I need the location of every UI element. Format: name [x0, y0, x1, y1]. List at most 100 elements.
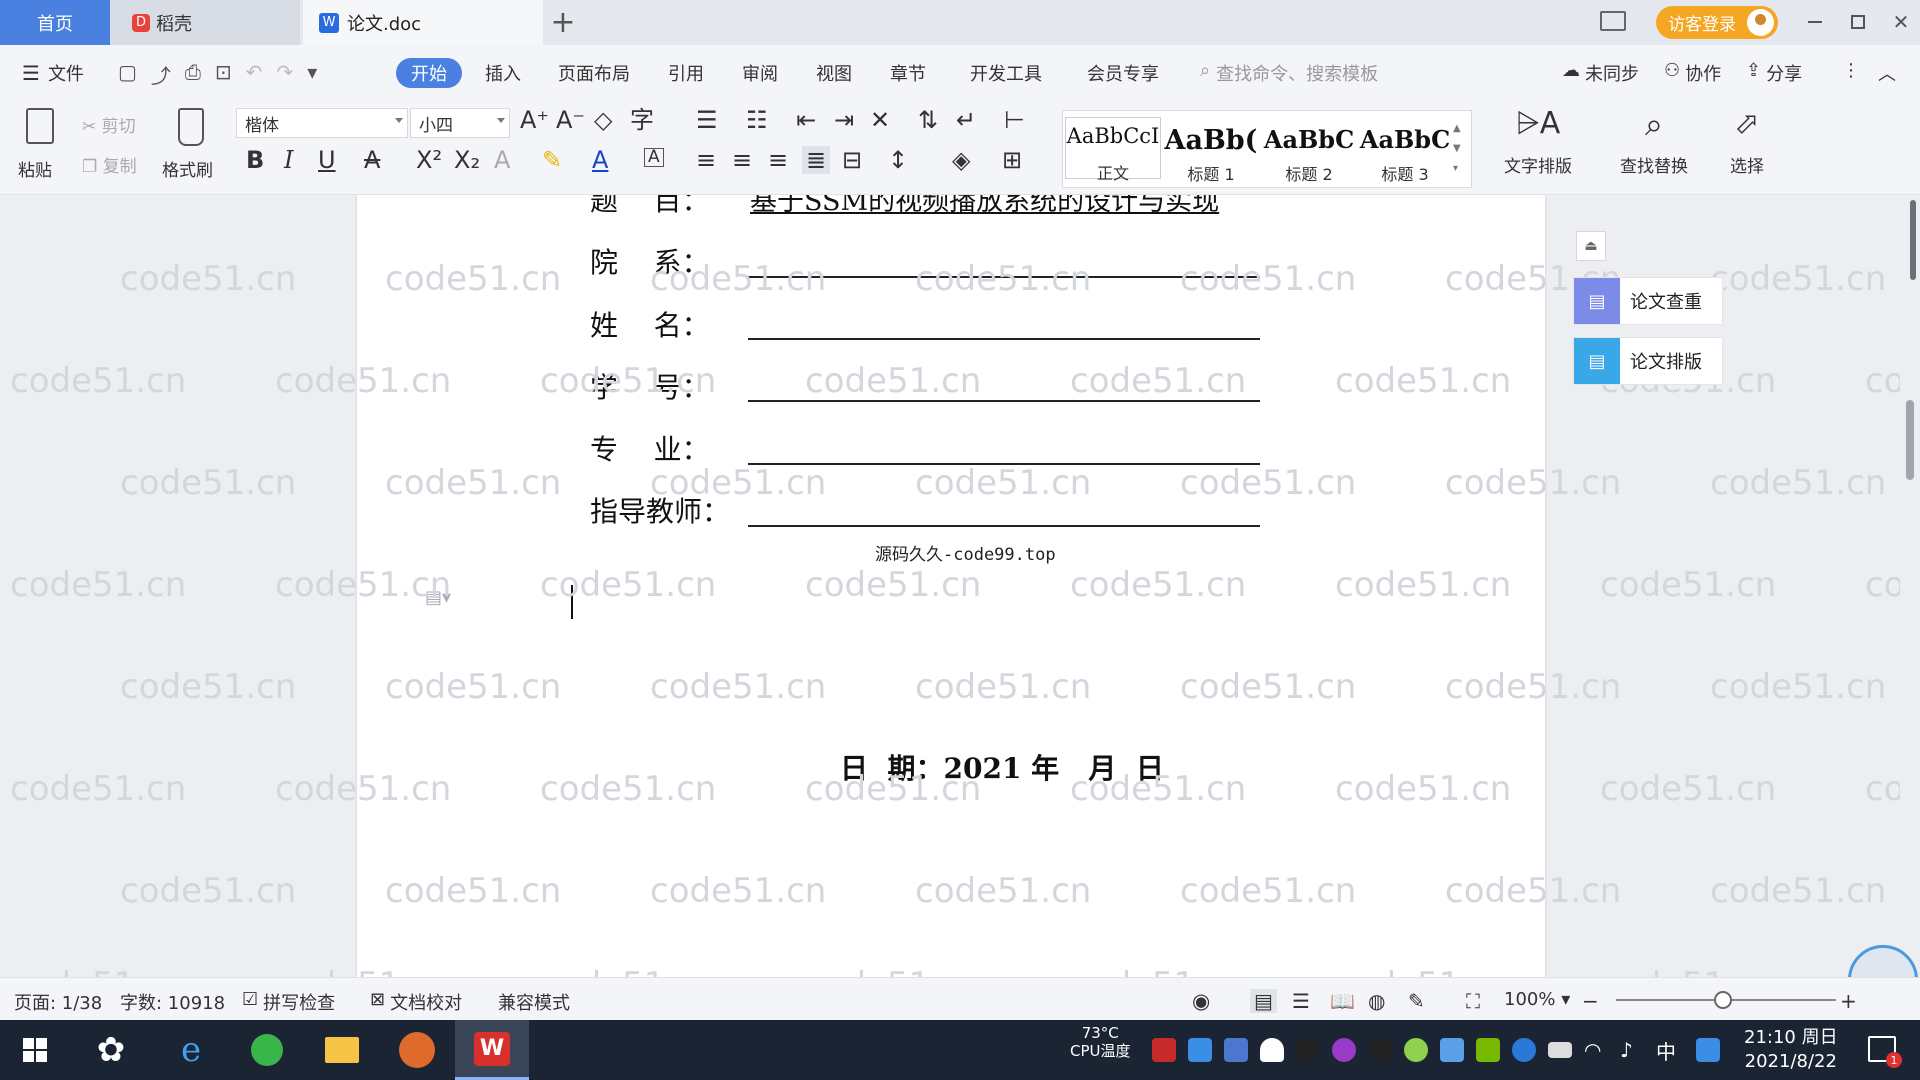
taskbar-app-wps[interactable]: W — [455, 1020, 529, 1080]
scrollbar-thumb[interactable] — [1906, 400, 1914, 480]
tray-antivirus-icon[interactable] — [1152, 1038, 1176, 1062]
tab-home[interactable]: 首页 — [0, 0, 110, 45]
chinese-layout-icon[interactable]: ✕ — [870, 108, 890, 132]
format-painter-button[interactable]: 格式刷 — [162, 104, 222, 188]
more-icon[interactable]: ⋮ — [1842, 60, 1860, 81]
sync-status[interactable]: ☁ 未同步 — [1562, 60, 1639, 86]
new-tab-button[interactable]: + — [548, 0, 578, 45]
tray-bluetooth-icon[interactable] — [1512, 1038, 1536, 1062]
collapse-ribbon-icon[interactable]: ︿ — [1878, 60, 1896, 86]
menu-tab-start[interactable]: 开始 — [396, 58, 462, 88]
taskbar-app-avatar[interactable] — [380, 1020, 454, 1080]
tray-bell-icon[interactable] — [1260, 1038, 1284, 1062]
menu-tab-insert[interactable]: 插入 — [485, 60, 521, 86]
notification-center-icon[interactable]: 1 — [1868, 1036, 1902, 1068]
zoom-level[interactable]: 100% ▾ — [1504, 989, 1570, 1010]
shrink-font-icon[interactable]: A⁻ — [556, 108, 585, 132]
start-button[interactable] — [0, 1020, 70, 1080]
styles-scroll-icon[interactable]: ▲ ▼ ▾ — [1453, 119, 1461, 179]
close-button[interactable]: ✕ — [1886, 8, 1916, 36]
thesis-layout-button[interactable]: ▤ 论文排版 — [1573, 337, 1723, 385]
page-view-icon[interactable]: ▤ — [1250, 989, 1277, 1013]
tray-qq3-icon[interactable] — [1368, 1038, 1392, 1062]
spell-check-button[interactable]: ☑ 拼写检查 — [242, 989, 335, 1015]
line-spacing-icon[interactable]: ↕ — [888, 148, 908, 172]
decrease-indent-icon[interactable]: ⇤ — [796, 108, 816, 132]
bullet-list-icon[interactable]: ☰ — [696, 108, 718, 132]
tray-nvidia-icon[interactable] — [1476, 1038, 1500, 1062]
reading-view-icon[interactable]: 📖 — [1330, 989, 1355, 1013]
menu-tab-view[interactable]: 视图 — [816, 60, 852, 86]
ime-indicator[interactable]: 中 — [1656, 1036, 1676, 1065]
tray-qq2-icon[interactable] — [1332, 1038, 1356, 1062]
tray-shield-icon[interactable] — [1224, 1038, 1248, 1062]
collapse-panel-button[interactable]: ⏏ — [1576, 231, 1606, 261]
cpu-temp-widget[interactable]: 73°C CPU温度 — [1070, 1024, 1131, 1060]
select-button[interactable]: ⬀ 选择 — [1712, 104, 1782, 188]
menu-tab-member[interactable]: 会员专享 — [1087, 60, 1159, 86]
zoom-in-button[interactable]: + — [1840, 989, 1857, 1013]
file-menu[interactable]: ☰ 文件 — [22, 60, 84, 86]
word-count[interactable]: 字数: 10918 — [120, 989, 225, 1015]
style-heading-1[interactable]: AaBb( 标题 1 — [1163, 125, 1259, 185]
taskbar-app-browser[interactable] — [230, 1020, 304, 1080]
output-icon[interactable]: ⤴ — [151, 60, 171, 89]
zoom-slider[interactable] — [1616, 991, 1836, 1009]
font-size-select[interactable]: 小四 — [410, 108, 510, 138]
superscript-icon[interactable]: X² — [416, 148, 442, 172]
paste-button[interactable]: 粘贴 — [18, 104, 66, 188]
copy-button[interactable]: ❐ 复制 — [82, 152, 137, 177]
tab-document[interactable]: W 论文.doc — [303, 0, 543, 45]
italic-icon[interactable]: I — [284, 148, 293, 172]
proofread-button[interactable]: ⊠ 文档校对 — [370, 989, 462, 1015]
tray-battery-icon[interactable] — [1548, 1042, 1572, 1058]
customize-icon[interactable]: ▾ — [307, 60, 317, 89]
phonetic-guide-icon[interactable]: 字 — [630, 108, 654, 132]
taskbar-app-ie[interactable]: e — [154, 1020, 228, 1080]
share-button[interactable]: ⇪ 分享 — [1746, 60, 1802, 86]
print-preview-icon[interactable]: ⊡ — [215, 60, 232, 89]
write-view-icon[interactable]: ✎ — [1408, 989, 1425, 1013]
thesis-check-button[interactable]: ▤ 论文查重 — [1573, 277, 1723, 325]
fit-page-icon[interactable]: ⛶ — [1466, 989, 1480, 1013]
sort-icon[interactable]: ⇅ — [918, 108, 938, 132]
numbered-list-icon[interactable]: ☷ — [746, 108, 768, 132]
redo-icon[interactable]: ↷ — [276, 60, 293, 89]
font-color-icon[interactable]: A — [592, 148, 608, 172]
text-layout-button[interactable]: ⩥A 文字排版 — [1490, 104, 1586, 188]
layout-toggle-icon[interactable] — [1600, 11, 1626, 31]
style-heading-2[interactable]: AaBbC 标题 2 — [1261, 125, 1357, 185]
tab-daoke[interactable]: D 稻壳 — [110, 0, 300, 45]
minimize-button[interactable] — [1800, 8, 1830, 36]
show-marks-icon[interactable]: ↵ — [956, 108, 976, 132]
style-normal[interactable]: AaBbCcI 正文 — [1065, 117, 1161, 183]
grow-font-icon[interactable]: A⁺ — [520, 108, 549, 132]
menu-tab-dev-tools[interactable]: 开发工具 — [970, 60, 1042, 86]
tray-plus-icon[interactable] — [1404, 1038, 1428, 1062]
align-right-icon[interactable]: ≡ — [768, 148, 788, 172]
clock[interactable]: 21:10 周日 2021/8/22 — [1744, 1026, 1838, 1074]
tray-qq-icon[interactable] — [1296, 1038, 1320, 1062]
guest-login-button[interactable]: 访客登录 — [1656, 6, 1778, 39]
zoom-slider-thumb[interactable] — [1714, 991, 1732, 1009]
cut-button[interactable]: ✂ 剪切 — [82, 112, 136, 137]
undo-icon[interactable]: ↶ — [246, 60, 263, 89]
command-search[interactable]: ⌕ 查找命令、搜索模板 — [1200, 60, 1378, 86]
tray-network-app-icon[interactable] — [1440, 1038, 1464, 1062]
save-icon[interactable]: ▢ — [118, 60, 137, 89]
underline-icon[interactable]: U — [318, 148, 336, 172]
taskbar-app-fan[interactable]: ✿ — [74, 1020, 148, 1080]
char-border-icon[interactable]: A — [644, 148, 664, 167]
tray-app-icon[interactable] — [1188, 1038, 1212, 1062]
menu-tab-page-layout[interactable]: 页面布局 — [558, 60, 630, 86]
align-center-icon[interactable]: ≡ — [732, 148, 752, 172]
tray-volume-icon[interactable]: ♪ — [1620, 1038, 1644, 1062]
style-heading-3[interactable]: AaBbC 标题 3 — [1357, 125, 1453, 185]
taskbar-app-explorer[interactable] — [305, 1020, 379, 1080]
borders-icon[interactable]: ⊞ — [1002, 148, 1022, 172]
justify-icon[interactable]: ≣ — [802, 146, 831, 174]
document-page[interactable] — [357, 195, 1545, 977]
web-view-icon[interactable]: ◍ — [1368, 989, 1385, 1013]
distribute-icon[interactable]: ⊟ — [842, 148, 862, 172]
tray-search-icon[interactable] — [1696, 1038, 1720, 1062]
